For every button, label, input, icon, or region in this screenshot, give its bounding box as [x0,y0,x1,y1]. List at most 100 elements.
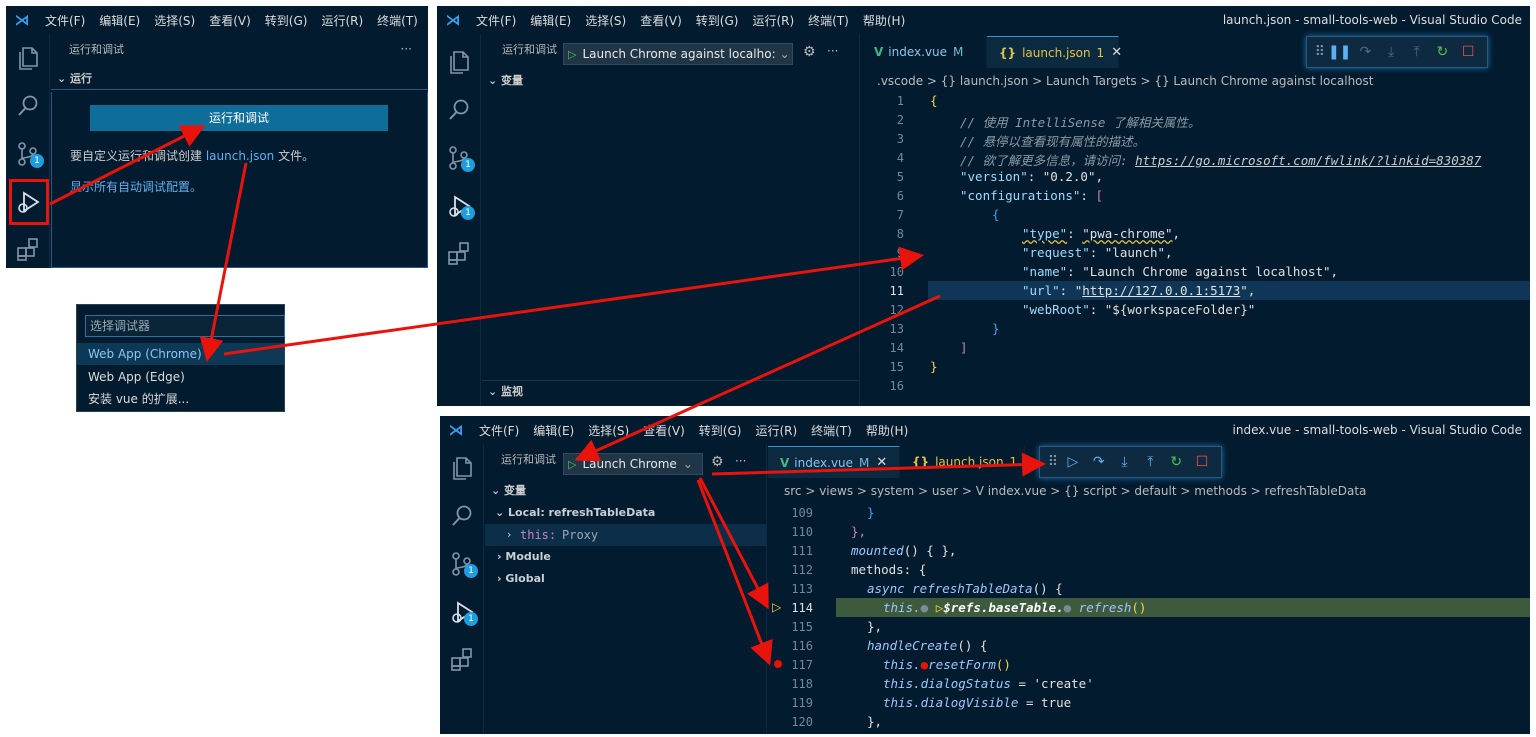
extensions-icon[interactable] [12,234,44,266]
vscode-logo-icon: ⋊ [448,421,464,439]
menu-edit[interactable]: 编辑(E) [526,422,581,439]
run-debug-icon[interactable]: 1 [443,190,475,222]
drag-handle-icon[interactable]: ⠿ [1313,44,1327,60]
restart-icon[interactable]: ↻ [1163,454,1189,470]
menu-goto[interactable]: 转到(G) [258,12,315,29]
menu-goto[interactable]: 转到(G) [689,12,746,29]
json-key: "request" [1022,245,1090,260]
line-number: 115 [791,620,813,634]
menu-file[interactable]: 文件(F) [472,422,526,439]
debugger-option-edge[interactable]: Web App (Edge) [77,366,284,388]
source-control-icon[interactable]: 1 [12,138,44,170]
show-all-configs-link[interactable]: 显示所有自动调试配置。 [70,178,202,195]
search-icon[interactable] [446,500,478,532]
menu-terminal[interactable]: 终端(T) [370,12,425,29]
url-value[interactable]: http://127.0.0.1:5173 [1082,283,1240,298]
scope-global[interactable]: › Global [497,572,545,585]
paused-breakpoint-icon[interactable]: ▷ [772,600,781,614]
menu-run[interactable]: 运行(R) [748,422,804,439]
step-out-icon[interactable]: ⤒ [1137,454,1163,470]
step-over-icon[interactable]: ↷ [1086,454,1112,470]
launch-config-select[interactable]: ▷ Launch Chrome against localho: ⌄ [563,43,793,65]
source-control-icon[interactable]: 1 [446,548,478,580]
tab-launch-json[interactable]: {} launch.json 1 ✕ [987,36,1122,68]
debugger-search-input[interactable]: 选择调试器 [85,315,285,337]
breadcrumb[interactable]: src > views > system > user > V index.vu… [784,480,1366,502]
code-editor[interactable]: 109 110 111 112 113 114 115 116 117 118 … [768,502,1530,734]
extensions-icon[interactable] [443,238,475,270]
section-variables-header[interactable]: ⌄ 变量 [482,70,859,92]
debugger-option-chrome[interactable]: Web App (Chrome) [77,343,284,365]
tab-index-vue[interactable]: Vindex.vue M [862,36,987,68]
drag-handle-icon[interactable]: ⠿ [1046,454,1060,470]
section-variables-header[interactable]: ⌄ 变量 [485,480,766,502]
explorer-icon[interactable] [446,452,478,484]
menu-run[interactable]: 运行(R) [314,12,370,29]
menu-file[interactable]: 文件(F) [38,12,92,29]
search-icon[interactable] [12,90,44,122]
code-editor[interactable]: 1 2 3 4 5 6 7 8 9 10 11 12 13 14 15 16 {… [862,92,1530,406]
menu-run[interactable]: 运行(R) [745,12,801,29]
extensions-icon[interactable] [446,644,478,676]
variable-name: this: [520,528,557,542]
install-vue-extension-option[interactable]: 安装 vue 的扩展... [77,388,284,410]
menu-help[interactable]: 帮助(H) [856,12,912,29]
variable-row-this[interactable]: › this: Proxy [485,524,766,546]
more-actions-icon[interactable]: ··· [401,42,412,56]
tab-index-vue[interactable]: Vindex.vue M ✕ [768,446,900,478]
inline-breakpoint-icon[interactable]: ● [1064,600,1079,615]
more-actions-icon[interactable]: ··· [735,454,746,468]
close-icon[interactable]: ✕ [876,455,887,470]
step-over-icon[interactable]: ↷ [1353,44,1379,60]
stop-icon[interactable]: ☐ [1189,454,1215,470]
gear-icon[interactable]: ⚙ [803,44,816,60]
scope-module[interactable]: › Module [497,550,551,563]
close-icon[interactable]: ✕ [1111,45,1122,60]
breadcrumb[interactable]: .vscode > {} launch.json > Launch Target… [877,70,1373,92]
breakpoint-icon[interactable] [774,660,782,668]
explorer-icon[interactable] [12,42,44,74]
pause-icon[interactable]: ❚❚ [1327,44,1353,60]
menu-terminal[interactable]: 终端(T) [801,12,856,29]
menu-selection[interactable]: 选择(S) [147,12,202,29]
menu-edit[interactable]: 编辑(E) [92,12,147,29]
function-name: handleCreate [867,638,958,653]
run-debug-icon[interactable]: 1 [446,596,478,628]
run-and-debug-button[interactable]: 运行和调试 [90,105,388,131]
scope-local[interactable]: ⌄ Local: refreshTableData [495,506,655,519]
tab-launch-json[interactable]: {} launch.json 1 [900,446,1025,478]
launch-json-link[interactable]: launch.json [206,149,274,163]
gear-icon[interactable]: ⚙ [711,454,724,470]
menu-help[interactable]: 帮助(H) [859,422,915,439]
source-control-icon[interactable]: 1 [443,142,475,174]
menu-edit[interactable]: 编辑(E) [523,12,578,29]
menu-view[interactable]: 查看(V) [633,12,689,29]
launch-config-select[interactable]: ▷ Launch Chrome ⌄ [563,453,703,475]
step-into-icon[interactable]: ⤓ [1378,44,1404,60]
menu-selection[interactable]: 选择(S) [581,422,636,439]
start-debugging-icon[interactable]: ▷ [568,458,576,471]
explorer-icon[interactable] [443,46,475,78]
stop-icon[interactable]: ☐ [1455,44,1481,60]
menu-terminal[interactable]: 终端(T) [804,422,859,439]
line-number: 3 [896,132,904,146]
fwlink-url[interactable]: https://go.microsoft.com/fwlink/?linkid=… [1135,153,1481,168]
section-run-header[interactable]: ⌄ 运行 [51,68,428,90]
step-out-icon[interactable]: ⤒ [1404,44,1430,60]
line-number: 4 [896,151,904,165]
menu-view[interactable]: 查看(V) [636,422,692,439]
menu-goto[interactable]: 转到(G) [692,422,749,439]
json-punct: : [1080,188,1096,203]
restart-icon[interactable]: ↻ [1430,44,1456,60]
search-icon[interactable] [443,94,475,126]
menu-view[interactable]: 查看(V) [202,12,258,29]
continue-icon[interactable]: ▷ [1060,454,1086,470]
section-watch-header[interactable]: ⌄ 监视 [482,380,859,402]
editor-tabs: Vindex.vue M {} launch.json 1 ✕ [862,36,1122,68]
menu-file[interactable]: 文件(F) [469,12,523,29]
start-debugging-icon[interactable]: ▷ [568,48,576,61]
more-actions-icon[interactable]: ··· [827,44,838,58]
inline-breakpoint-icon[interactable]: ● [921,600,936,615]
step-into-icon[interactable]: ⤓ [1112,454,1138,470]
menu-selection[interactable]: 选择(S) [578,12,633,29]
